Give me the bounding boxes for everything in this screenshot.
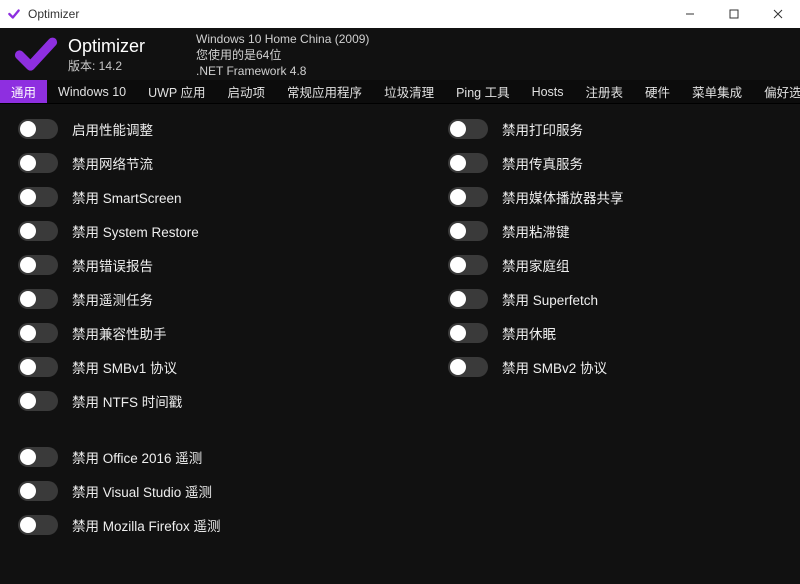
tab-9[interactable]: 硬件	[634, 80, 681, 103]
system-info: Windows 10 Home China (2009) 您使用的是64位 .N…	[196, 31, 369, 80]
window-title: Optimizer	[28, 7, 79, 21]
toggle-switch[interactable]	[448, 323, 488, 343]
toggle-label: 禁用遥测任务	[72, 289, 153, 309]
toggle-label: 禁用 Superfetch	[502, 289, 598, 309]
toggle-row-la-0: 启用性能调整	[18, 112, 448, 146]
toggle-row-la-8: 禁用 NTFS 时间戳	[18, 384, 448, 418]
tab-7[interactable]: Hosts	[521, 80, 575, 103]
toggle-label: 禁用错误报告	[72, 255, 153, 275]
minimize-button[interactable]	[668, 0, 712, 28]
toggle-switch[interactable]	[18, 357, 58, 377]
toggles-column-right: 禁用打印服务禁用传真服务禁用媒体播放器共享禁用粘滞键禁用家庭组禁用 Superf…	[448, 112, 778, 584]
toggle-switch[interactable]	[18, 447, 58, 467]
tab-6[interactable]: Ping 工具	[445, 80, 521, 103]
arch-info: 您使用的是64位	[196, 47, 369, 63]
toggle-label: 禁用 Visual Studio 遥测	[72, 481, 212, 501]
toggles-column-left: 启用性能调整禁用网络节流禁用 SmartScreen 禁用 System Rest…	[18, 112, 448, 584]
toggle-row-la-4: 禁用错误报告	[18, 248, 448, 282]
window-titlebar: Optimizer	[0, 0, 800, 28]
toggle-switch[interactable]	[18, 289, 58, 309]
toggle-row-r-0: 禁用打印服务	[448, 112, 778, 146]
app-header: Optimizer 版本: 14.2 Windows 10 Home China…	[0, 28, 800, 80]
toggle-label: 禁用打印服务	[502, 119, 583, 139]
toggle-switch[interactable]	[18, 481, 58, 501]
maximize-button[interactable]	[712, 0, 756, 28]
toggle-switch[interactable]	[18, 323, 58, 343]
app-icon	[6, 6, 22, 22]
tab-11[interactable]: 偏好选项	[753, 80, 800, 103]
toggle-label: 禁用 Mozilla Firefox 遥测	[72, 515, 221, 535]
tab-4[interactable]: 常规应用程序	[276, 80, 373, 103]
dotnet-info: .NET Framework 4.8	[196, 63, 369, 79]
toggle-row-r-1: 禁用传真服务	[448, 146, 778, 180]
toggle-label: 禁用 SMBv2 协议	[502, 357, 607, 377]
toggle-label: 禁用 SMBv1 协议	[72, 357, 177, 377]
toggle-label: 禁用媒体播放器共享	[502, 187, 624, 207]
toggle-label: 禁用休眠	[502, 323, 556, 343]
toggle-label: 禁用粘滞键	[502, 221, 570, 241]
tab-strip: 通用Windows 10UWP 应用启动项常规应用程序垃圾清理Ping 工具Ho…	[0, 80, 800, 104]
toggle-label: 启用性能调整	[72, 119, 153, 139]
toggle-row-r-4: 禁用家庭组	[448, 248, 778, 282]
os-info: Windows 10 Home China (2009)	[196, 31, 369, 47]
tab-10[interactable]: 菜单集成	[681, 80, 753, 103]
content-area: 启用性能调整禁用网络节流禁用 SmartScreen 禁用 System Rest…	[0, 104, 800, 584]
toggle-switch[interactable]	[18, 391, 58, 411]
toggle-switch[interactable]	[448, 153, 488, 173]
toggle-switch[interactable]	[448, 289, 488, 309]
tab-5[interactable]: 垃圾清理	[373, 80, 445, 103]
tab-8[interactable]: 注册表	[575, 80, 635, 103]
app-name: Optimizer	[68, 36, 168, 57]
toggle-switch[interactable]	[18, 119, 58, 139]
toggle-label: 禁用 System Restore	[72, 221, 199, 241]
toggle-switch[interactable]	[448, 187, 488, 207]
toggle-switch[interactable]	[448, 119, 488, 139]
toggle-label: 禁用传真服务	[502, 153, 583, 173]
tab-2[interactable]: UWP 应用	[137, 80, 216, 103]
toggle-switch[interactable]	[18, 515, 58, 535]
toggle-label: 禁用 Office 2016 遥测	[72, 447, 202, 467]
toggle-label: 禁用网络节流	[72, 153, 153, 173]
toggle-switch[interactable]	[18, 255, 58, 275]
toggle-row-r-6: 禁用休眠	[448, 316, 778, 350]
toggle-label: 禁用 NTFS 时间戳	[72, 391, 182, 411]
toggle-switch[interactable]	[448, 255, 488, 275]
toggle-switch[interactable]	[448, 357, 488, 377]
toggle-row-lb-2: 禁用 Mozilla Firefox 遥测	[18, 508, 448, 542]
toggle-label: 禁用家庭组	[502, 255, 570, 275]
toggle-switch[interactable]	[18, 187, 58, 207]
close-button[interactable]	[756, 0, 800, 28]
toggle-row-r-3: 禁用粘滞键	[448, 214, 778, 248]
app-body: Optimizer 版本: 14.2 Windows 10 Home China…	[0, 28, 800, 584]
toggle-label: 禁用 SmartScreen	[72, 187, 182, 207]
toggle-row-r-2: 禁用媒体播放器共享	[448, 180, 778, 214]
toggle-row-r-7: 禁用 SMBv2 协议	[448, 350, 778, 384]
logo-check-icon	[14, 33, 58, 77]
toggle-switch[interactable]	[18, 221, 58, 241]
toggle-row-la-6: 禁用兼容性助手	[18, 316, 448, 350]
toggle-row-lb-1: 禁用 Visual Studio 遥测	[18, 474, 448, 508]
app-title-block: Optimizer 版本: 14.2	[68, 36, 168, 74]
tab-0[interactable]: 通用	[0, 80, 47, 103]
toggle-switch[interactable]	[18, 153, 58, 173]
toggle-label: 禁用兼容性助手	[72, 323, 167, 343]
toggle-row-la-2: 禁用 SmartScreen	[18, 180, 448, 214]
toggle-row-la-7: 禁用 SMBv1 协议	[18, 350, 448, 384]
toggle-switch[interactable]	[448, 221, 488, 241]
tab-3[interactable]: 启动项	[217, 80, 277, 103]
toggle-row-la-3: 禁用 System Restore	[18, 214, 448, 248]
tab-1[interactable]: Windows 10	[47, 80, 137, 103]
toggle-row-la-5: 禁用遥测任务	[18, 282, 448, 316]
app-version: 版本: 14.2	[68, 57, 168, 74]
toggle-row-r-5: 禁用 Superfetch	[448, 282, 778, 316]
toggle-row-lb-0: 禁用 Office 2016 遥测	[18, 440, 448, 474]
toggle-row-la-1: 禁用网络节流	[18, 146, 448, 180]
